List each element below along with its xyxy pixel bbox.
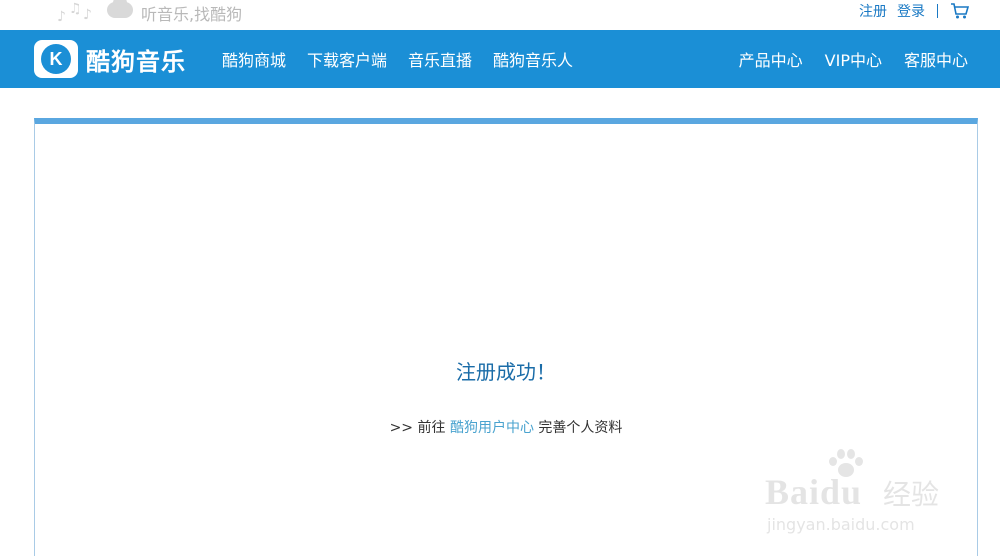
nav-item-vip[interactable]: VIP中心 <box>825 47 882 71</box>
divider <box>937 4 938 18</box>
logo-letter: K <box>41 44 71 74</box>
slogan-text: 听音乐,找酷狗 <box>141 5 243 24</box>
music-notes-icon: ♪ ♫ ♪ <box>55 0 135 26</box>
account-links: 注册 登录 <box>849 0 970 22</box>
baidu-jingyan-watermark: Baidu 经验 jingyan.baidu.com <box>765 447 955 537</box>
next-prefix: >> 前往 <box>389 420 446 436</box>
cloud-icon <box>107 0 133 18</box>
nav-item-download-client[interactable]: 下载客户端 <box>307 47 387 71</box>
main-nav: K 酷狗音乐 酷狗商城 下载客户端 音乐直播 酷狗音乐人 产品中心 VIP中心 … <box>0 30 1000 88</box>
logo-badge-icon: K <box>34 40 78 78</box>
success-message: 注册成功！ <box>456 360 556 384</box>
slogan-area: ♪ ♫ ♪ 听音乐,找酷狗 <box>55 0 242 26</box>
watermark-url: jingyan.baidu.com <box>767 515 915 534</box>
nav-item-products[interactable]: 产品中心 <box>739 47 803 71</box>
top-bar: ♪ ♫ ♪ 听音乐,找酷狗 注册 登录 <box>0 0 1000 30</box>
watermark-brand-cn: 经验 <box>883 478 940 511</box>
next-suffix: 完善个人资料 <box>538 420 623 436</box>
nav-item-mall[interactable]: 酷狗商城 <box>222 47 286 71</box>
nav-item-musician[interactable]: 酷狗音乐人 <box>493 47 573 71</box>
logo-text: 酷狗音乐 <box>86 47 186 76</box>
login-link[interactable]: 登录 <box>897 1 925 21</box>
cart-icon[interactable] <box>950 2 970 20</box>
next-step-line: >> 前往 酷狗用户中心 完善个人资料 <box>35 417 977 437</box>
nav-item-service[interactable]: 客服中心 <box>904 47 968 71</box>
nav-item-live[interactable]: 音乐直播 <box>408 47 472 71</box>
nav-right-menu: 产品中心 VIP中心 客服中心 <box>717 30 968 88</box>
register-link[interactable]: 注册 <box>859 1 887 21</box>
nav-left-menu: 酷狗商城 下载客户端 音乐直播 酷狗音乐人 <box>222 30 594 88</box>
user-center-link[interactable]: 酷狗用户中心 <box>450 420 534 436</box>
kugou-logo[interactable]: K 酷狗音乐 <box>34 40 186 78</box>
watermark-brand: Baidu <box>765 472 863 512</box>
